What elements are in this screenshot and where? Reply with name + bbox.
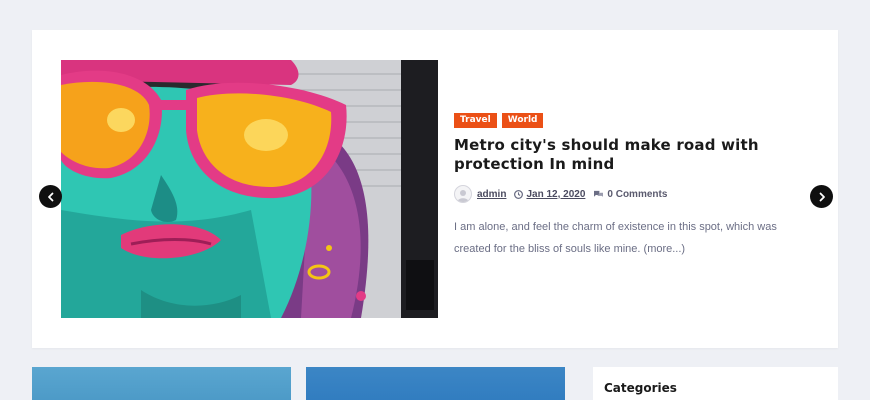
categories-widget: Categories (593, 367, 838, 400)
chevron-right-icon (819, 192, 825, 201)
post-thumbnail[interactable] (32, 367, 291, 400)
slider-next-button[interactable] (810, 185, 833, 208)
post-excerpt: I am alone, and feel the charm of existe… (454, 221, 777, 255)
slider-prev-button[interactable] (39, 185, 62, 208)
category-badge-travel[interactable]: Travel (454, 113, 497, 128)
category-badges: Travel World (454, 113, 544, 128)
comments-count[interactable]: 0 Comments (607, 189, 667, 200)
post-meta: admin Jan 12, 2020 0 Comments (454, 185, 667, 203)
comments-icon (593, 190, 604, 199)
author-link[interactable]: admin (477, 189, 506, 200)
slide-image[interactable] (61, 60, 438, 318)
page: Travel World Metro city's should make ro… (0, 0, 870, 400)
category-badge-world[interactable]: World (501, 113, 544, 128)
user-avatar-icon (454, 185, 472, 203)
clock-icon (514, 189, 524, 199)
post-date-link[interactable]: Jan 12, 2020 (526, 189, 585, 200)
widget-title: Categories (604, 381, 677, 395)
chevron-left-icon (47, 192, 53, 201)
post-title[interactable]: Metro city's should make road with prote… (454, 136, 824, 174)
street-art-mural-image (61, 60, 438, 318)
post-thumbnail[interactable] (306, 367, 565, 400)
